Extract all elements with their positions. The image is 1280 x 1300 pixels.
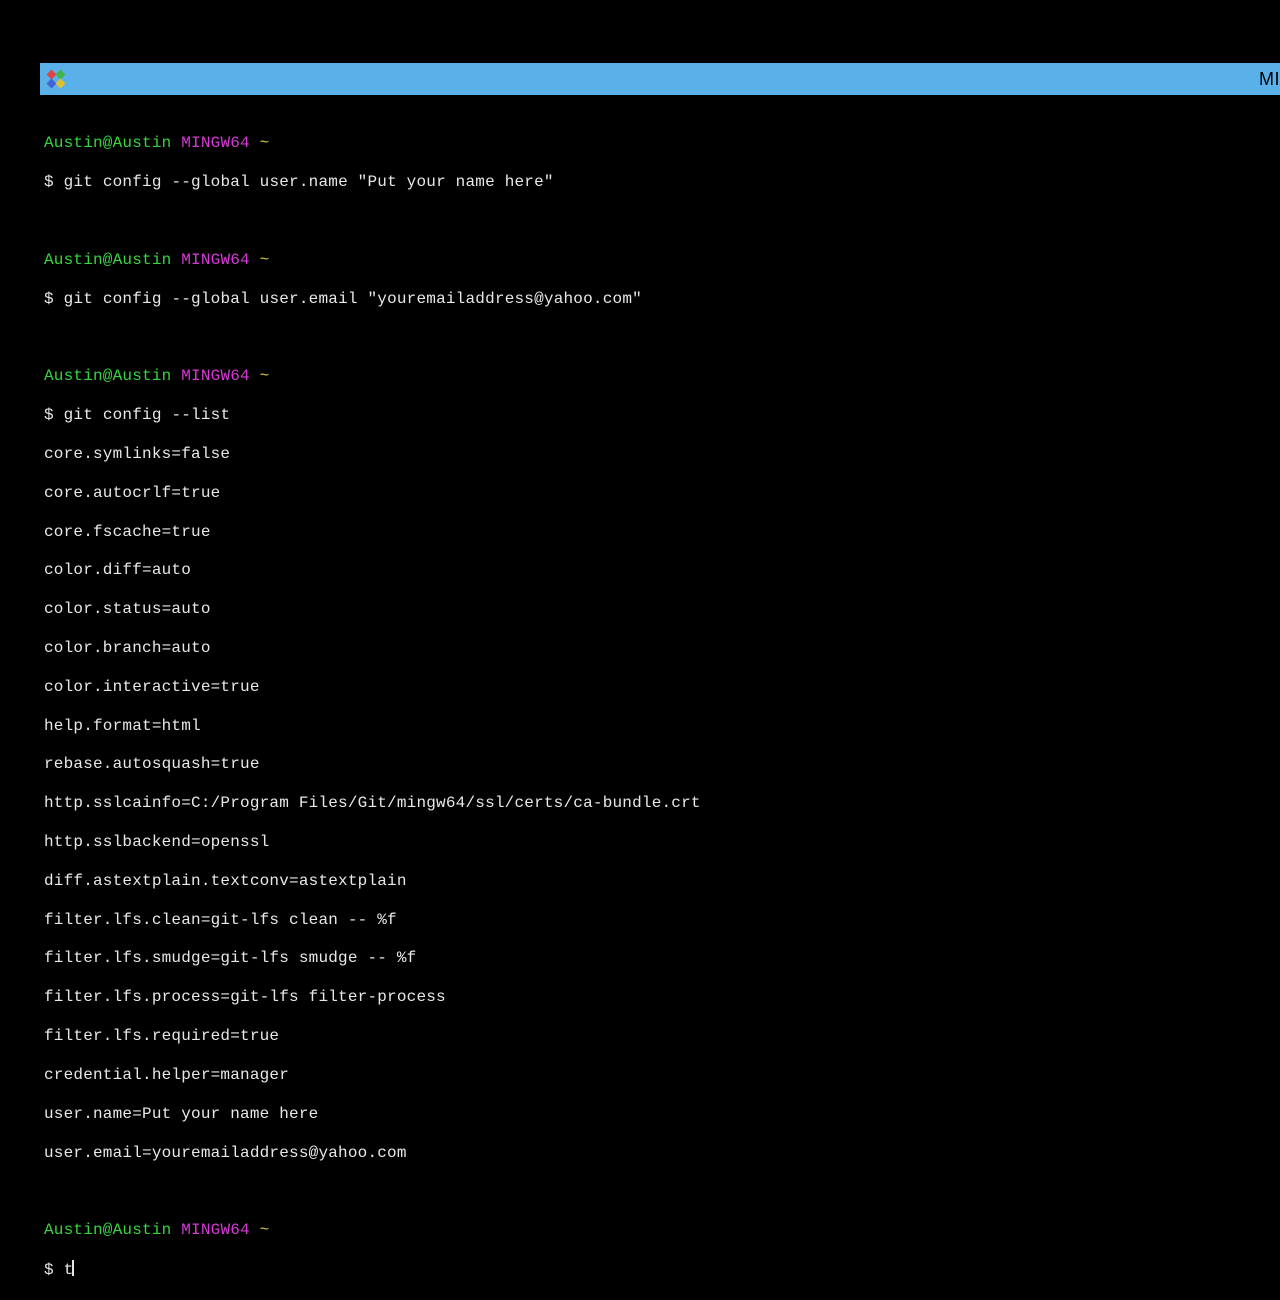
window-title: MI: [1259, 63, 1280, 95]
output-line: filter.lfs.process=git-lfs filter-proces…: [44, 988, 1276, 1007]
prompt-line: Austin@Austin MINGW64 ~: [44, 367, 1276, 386]
prompt-user-host: Austin@Austin: [44, 251, 171, 269]
blank-line: [44, 1182, 1276, 1201]
output-line: filter.lfs.smudge=git-lfs smudge -- %f: [44, 949, 1276, 968]
output-line: http.sslcainfo=C:/Program Files/Git/ming…: [44, 794, 1276, 813]
app-icon: [46, 69, 66, 89]
output-line: color.interactive=true: [44, 678, 1276, 697]
window-titlebar[interactable]: MI: [40, 63, 1280, 95]
command-text: git config --global user.name "Put your …: [64, 173, 554, 191]
command-text: git config --list: [64, 406, 231, 424]
blank-line: [44, 212, 1276, 231]
output-line: core.autocrlf=true: [44, 484, 1276, 503]
output-line: core.fscache=true: [44, 523, 1276, 542]
blank-line: [44, 328, 1276, 347]
output-line: color.status=auto: [44, 600, 1276, 619]
command-line: $ git config --list: [44, 406, 1276, 425]
output-line: user.email=youremailaddress@yahoo.com: [44, 1144, 1276, 1163]
output-line: credential.helper=manager: [44, 1066, 1276, 1085]
output-line: filter.lfs.clean=git-lfs clean -- %f: [44, 911, 1276, 930]
output-line: core.symlinks=false: [44, 445, 1276, 464]
prompt-context: MINGW64: [181, 1221, 250, 1239]
prompt-line: Austin@Austin MINGW64 ~: [44, 251, 1276, 270]
output-line: filter.lfs.required=true: [44, 1027, 1276, 1046]
output-line: http.sslbackend=openssl: [44, 833, 1276, 852]
prompt-symbol: $: [44, 406, 54, 424]
prompt-path: ~: [260, 367, 270, 385]
output-line: rebase.autosquash=true: [44, 755, 1276, 774]
prompt-symbol: $: [44, 1261, 54, 1279]
current-input-line[interactable]: $ t: [44, 1260, 1276, 1280]
output-line: user.name=Put your name here: [44, 1105, 1276, 1124]
output-line: color.branch=auto: [44, 639, 1276, 658]
cursor-icon: [72, 1260, 74, 1276]
prompt-context: MINGW64: [181, 251, 250, 269]
output-line: color.diff=auto: [44, 561, 1276, 580]
prompt-user-host: Austin@Austin: [44, 367, 171, 385]
prompt-user-host: Austin@Austin: [44, 1221, 171, 1239]
prompt-path: ~: [260, 134, 270, 152]
command-line: $ git config --global user.name "Put you…: [44, 173, 1276, 192]
command-line: $ git config --global user.email "yourem…: [44, 290, 1276, 309]
prompt-symbol: $: [44, 173, 54, 191]
prompt-path: ~: [260, 251, 270, 269]
prompt-symbol: $: [44, 290, 54, 308]
terminal-body[interactable]: Austin@Austin MINGW64 ~ $ git config --g…: [40, 95, 1280, 720]
output-line: diff.astextplain.textconv=astextplain: [44, 872, 1276, 891]
prompt-line: Austin@Austin MINGW64 ~: [44, 1221, 1276, 1240]
prompt-path: ~: [260, 1221, 270, 1239]
prompt-line: Austin@Austin MINGW64 ~: [44, 134, 1276, 153]
command-text: git config --global user.email "youremai…: [64, 290, 642, 308]
prompt-context: MINGW64: [181, 134, 250, 152]
prompt-context: MINGW64: [181, 367, 250, 385]
prompt-user-host: Austin@Austin: [44, 134, 171, 152]
